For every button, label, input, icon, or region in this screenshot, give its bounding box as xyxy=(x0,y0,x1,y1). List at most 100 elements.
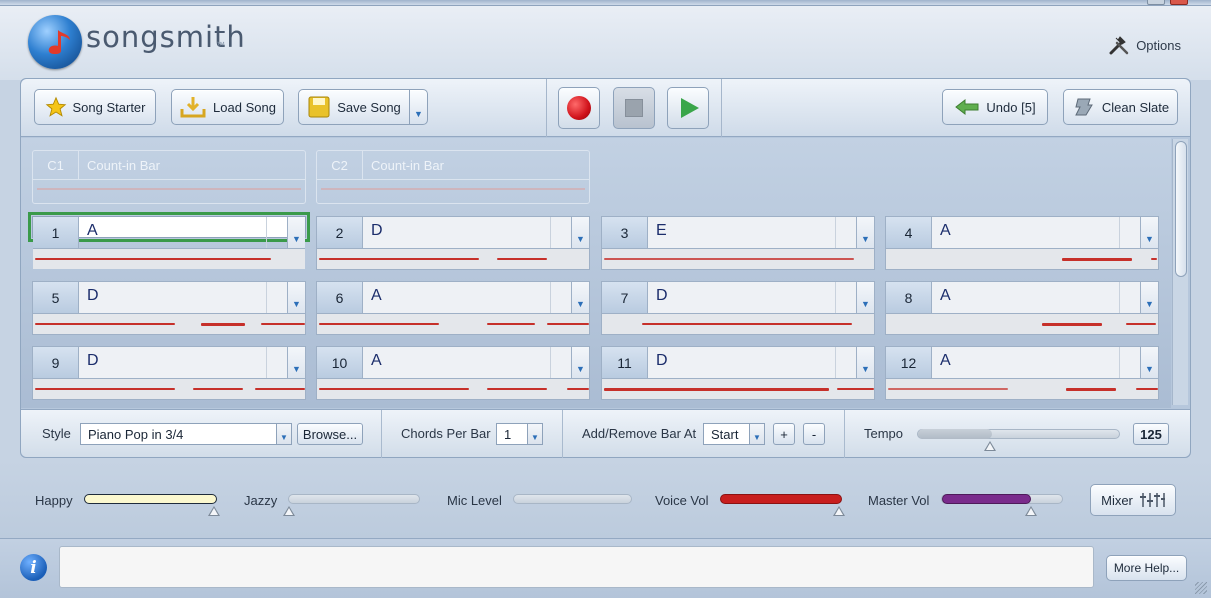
voice-vol-slider-handle[interactable] xyxy=(833,506,845,516)
minimize-button[interactable] xyxy=(1147,0,1165,5)
toolbar-divider xyxy=(546,79,547,137)
bar-cell-12[interactable]: 12 A ▼ xyxy=(885,346,1159,400)
load-song-button[interactable]: Load Song xyxy=(171,89,284,125)
stop-button[interactable] xyxy=(613,87,655,129)
bar-grid: C1 Count-in Bar C2 Count-in Bar 1 A ▼ 2 … xyxy=(21,138,1171,408)
bar-number: 9 xyxy=(33,347,79,378)
waveform-segment xyxy=(1062,258,1132,261)
bar-chord[interactable]: A xyxy=(940,287,951,305)
more-help-button[interactable]: More Help... xyxy=(1106,555,1187,581)
undo-arrow-icon xyxy=(955,98,979,116)
options-divider xyxy=(844,410,845,458)
clean-slate-button[interactable]: Clean Slate xyxy=(1063,89,1178,125)
record-icon xyxy=(567,96,591,120)
bar-waveform xyxy=(602,378,874,399)
chord-dropdown-icon[interactable]: ▼ xyxy=(287,282,305,313)
tempo-slider[interactable] xyxy=(917,429,1120,439)
happy-slider[interactable] xyxy=(84,494,217,504)
bar-cell-3[interactable]: 3 E ▼ xyxy=(601,216,875,270)
bar-cell-8[interactable]: 8 A ▼ xyxy=(885,281,1159,335)
voice-vol-slider[interactable] xyxy=(720,494,842,504)
bar-chord[interactable]: A xyxy=(87,222,98,240)
bar-chord[interactable]: D xyxy=(656,287,668,305)
mic-level-meter xyxy=(513,494,632,504)
chord-dropdown-icon[interactable]: ▼ xyxy=(1140,282,1158,313)
chord-split xyxy=(835,217,836,248)
waveform-segment xyxy=(1151,258,1157,260)
happy-slider-handle[interactable] xyxy=(208,506,220,516)
options-label: Options xyxy=(1136,37,1181,53)
bar-waveform xyxy=(602,248,874,269)
bar-chord[interactable]: D xyxy=(87,352,99,370)
count-in-number: C2 xyxy=(317,151,363,179)
bar-cell-5[interactable]: 5 D ▼ xyxy=(32,281,306,335)
bar-chord[interactable]: D xyxy=(87,287,99,305)
save-song-label: Save Song xyxy=(337,99,401,115)
style-select[interactable]: Piano Pop in 3/4 ▼ xyxy=(80,423,292,445)
scrollbar-thumb[interactable] xyxy=(1175,141,1187,277)
tempo-slider-handle[interactable] xyxy=(984,441,996,451)
master-vol-slider[interactable] xyxy=(941,494,1063,504)
bar-cell-7[interactable]: 7 D ▼ xyxy=(601,281,875,335)
bar-chord[interactable]: A xyxy=(371,352,382,370)
chords-per-bar-select[interactable]: 1 ▼ xyxy=(496,423,543,445)
bar-cell-9[interactable]: 9 D ▼ xyxy=(32,346,306,400)
bar-chord[interactable]: D xyxy=(656,352,668,370)
chord-split xyxy=(550,347,551,378)
bar-chord[interactable]: A xyxy=(371,287,382,305)
master-vol-slider-handle[interactable] xyxy=(1025,506,1037,516)
chord-dropdown-icon[interactable]: ▼ xyxy=(1140,347,1158,378)
chord-dropdown-icon[interactable]: ▼ xyxy=(571,347,589,378)
chord-dropdown-icon[interactable]: ▼ xyxy=(856,347,874,378)
chord-dropdown-icon[interactable]: ▼ xyxy=(287,347,305,378)
chord-dropdown-icon[interactable]: ▼ xyxy=(856,282,874,313)
bar-chord[interactable]: A xyxy=(940,352,951,370)
bar-number: 12 xyxy=(886,347,932,378)
save-song-dropdown[interactable]: ▼ xyxy=(409,89,428,125)
jazzy-slider[interactable] xyxy=(288,494,420,504)
chord-dropdown-icon[interactable]: ▼ xyxy=(856,217,874,248)
options-button[interactable]: Options xyxy=(1108,35,1181,55)
bar-cell-10[interactable]: 10 A ▼ xyxy=(316,346,590,400)
close-button[interactable] xyxy=(1170,0,1188,5)
chord-dropdown-icon[interactable]: ▼ xyxy=(287,217,305,248)
bar-cell-2[interactable]: 2 D ▼ xyxy=(316,216,590,270)
remove-bar-button[interactable]: - xyxy=(803,423,825,445)
bar-waveform xyxy=(317,313,589,334)
style-label: Style xyxy=(42,426,71,441)
record-button[interactable] xyxy=(558,87,600,129)
add-bar-button[interactable]: + xyxy=(773,423,795,445)
chord-dropdown-icon[interactable]: ▼ xyxy=(1140,217,1158,248)
resize-grip-icon[interactable] xyxy=(1195,582,1207,594)
bar-number: 4 xyxy=(886,217,932,248)
bar-cell-6[interactable]: 6 A ▼ xyxy=(316,281,590,335)
count-in-bar[interactable]: C2 Count-in Bar xyxy=(316,150,590,204)
bar-number: 3 xyxy=(602,217,648,248)
chord-dropdown-icon[interactable]: ▼ xyxy=(571,282,589,313)
song-starter-button[interactable]: Song Starter xyxy=(34,89,156,125)
play-button[interactable] xyxy=(667,87,709,129)
undo-button[interactable]: Undo [5] xyxy=(942,89,1048,125)
bar-chord[interactable]: A xyxy=(940,222,951,240)
mixer-button[interactable]: Mixer xyxy=(1090,484,1176,516)
browse-button[interactable]: Browse... xyxy=(297,423,363,445)
chevron-down-icon: ▼ xyxy=(276,424,291,444)
app-header: songsmith ™ Options xyxy=(0,6,1211,80)
bar-cell-4[interactable]: 4 A ▼ xyxy=(885,216,1159,270)
jazzy-slider-handle[interactable] xyxy=(283,506,295,516)
song-starter-label: Song Starter xyxy=(72,99,146,115)
chord-split xyxy=(835,347,836,378)
load-song-label: Load Song xyxy=(213,99,276,115)
status-bar: i More Help... xyxy=(0,538,1211,598)
save-song-button[interactable]: Save Song xyxy=(298,89,410,125)
add-remove-select[interactable]: Start ▼ xyxy=(703,423,765,445)
master-vol-fill xyxy=(942,494,1031,504)
chord-dropdown-icon[interactable]: ▼ xyxy=(571,217,589,248)
bar-cell-11[interactable]: 11 D ▼ xyxy=(601,346,875,400)
add-remove-label: Add/Remove Bar At xyxy=(582,426,697,441)
grid-scrollbar[interactable] xyxy=(1172,139,1188,405)
bar-cell-1[interactable]: 1 A ▼ xyxy=(28,212,310,269)
bar-chord[interactable]: D xyxy=(371,222,383,240)
count-in-bar[interactable]: C1 Count-in Bar xyxy=(32,150,306,204)
bar-chord[interactable]: E xyxy=(656,222,667,240)
